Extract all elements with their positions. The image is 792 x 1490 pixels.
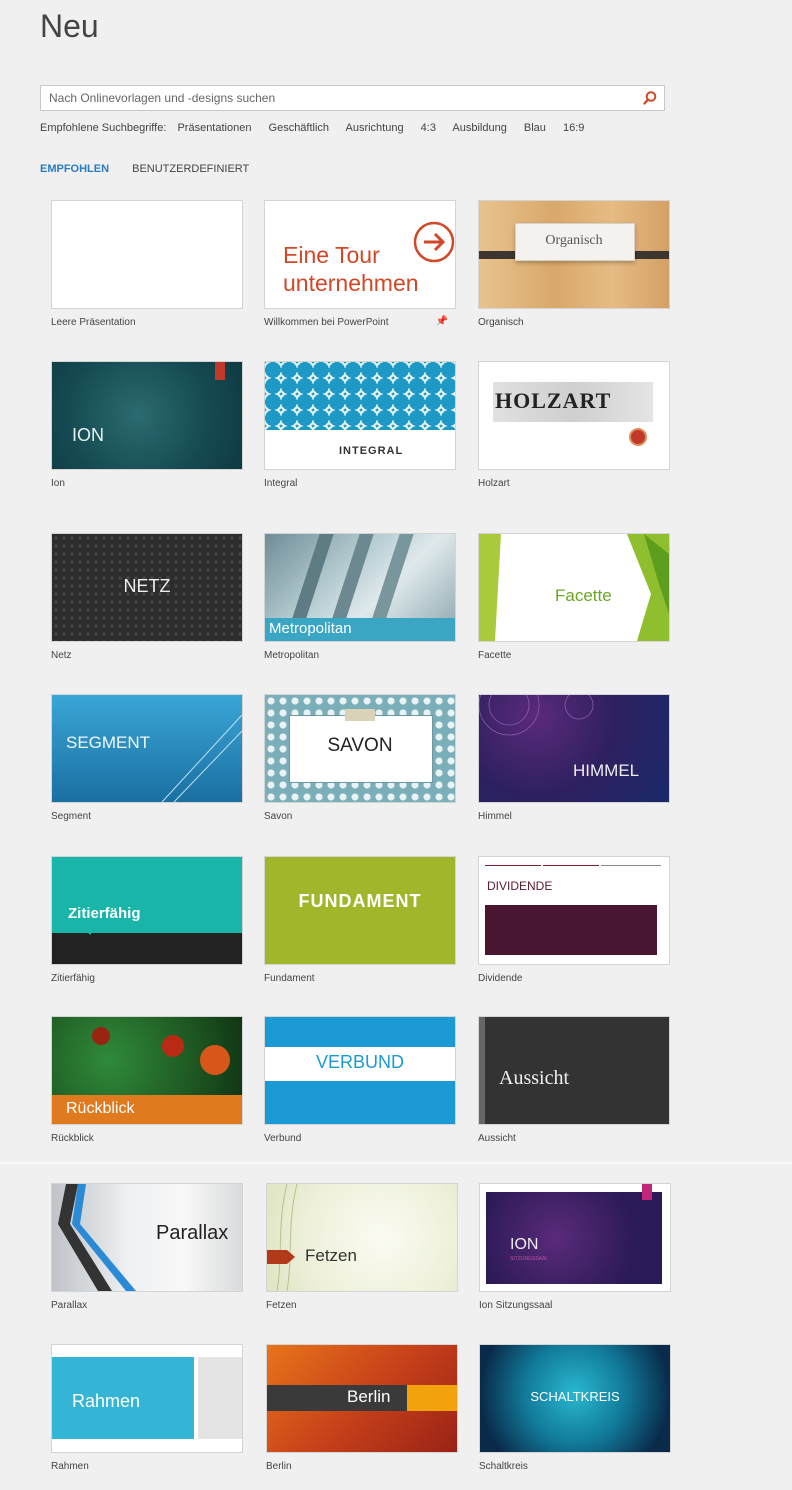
template-thumbnail[interactable]: Organisch: [478, 200, 670, 309]
thumbnail-title: DIVIDENDE: [487, 879, 553, 893]
template-thumbnail[interactable]: VERBUND: [264, 1016, 456, 1125]
template-thumbnail[interactable]: NETZ: [51, 533, 243, 642]
template-thumbnail[interactable]: SAVON: [264, 694, 456, 803]
template-thumbnail[interactable]: SEGMENT: [51, 694, 243, 803]
template-caption: Schaltkreis: [479, 1461, 528, 1472]
template-caption: Rahmen: [51, 1461, 89, 1472]
template-thumbnail[interactable]: Parallax: [51, 1183, 243, 1292]
thumbnail-title: Facette: [555, 586, 612, 605]
suggestion-link[interactable]: Blau: [524, 122, 546, 134]
template-caption: Leere Präsentation: [51, 317, 136, 328]
template-thumbnail[interactable]: Berlin: [266, 1344, 458, 1453]
template-thumbnail[interactable]: HOLZART: [478, 361, 670, 470]
tab-empfohlen[interactable]: EMPFOHLEN: [40, 163, 109, 175]
template-caption: Metropolitan: [264, 650, 320, 661]
template-thumbnail[interactable]: Rahmen: [51, 1344, 243, 1453]
page-title: Neu: [40, 8, 99, 44]
template-caption: Willkommen bei PowerPoint: [264, 317, 389, 328]
thumbnail-title: INTEGRAL: [339, 445, 404, 457]
template-caption: Holzart: [478, 478, 510, 489]
suggestion-link[interactable]: 16:9: [563, 122, 584, 134]
thumbnail-title: HOLZART: [495, 388, 612, 413]
thumbnail-title: unternehmen: [283, 270, 419, 296]
template-caption: Ion Sitzungssaal: [479, 1300, 553, 1311]
template-thumbnail[interactable]: Rückblick: [51, 1016, 243, 1125]
thumbnail-title: Fetzen: [305, 1246, 357, 1265]
thumbnail-title: Organisch: [545, 233, 603, 248]
thumbnail-title: SEGMENT: [66, 733, 151, 752]
suggestion-link[interactable]: Präsentationen: [177, 122, 251, 134]
thumbnail-title: Metropolitan: [269, 620, 352, 637]
thumbnail-title: Parallax: [156, 1222, 229, 1244]
arrow-right-icon: [413, 221, 455, 263]
template-thumbnail[interactable]: ION: [51, 361, 243, 470]
thumbnail-title: ION: [72, 425, 105, 445]
template-thumbnail[interactable]: INTEGRAL: [264, 361, 456, 470]
template-thumbnail[interactable]: Aussicht: [478, 1016, 670, 1125]
circles-decoration: [479, 695, 594, 736]
thumbnail-title: FUNDAMENT: [298, 891, 422, 911]
thumbnail-title: Berlin: [347, 1387, 391, 1406]
template-thumbnail[interactable]: DIVIDENDE: [478, 856, 670, 965]
template-thumbnail[interactable]: Fetzen: [266, 1183, 458, 1292]
template-caption: Zitierfähig: [51, 973, 95, 984]
thumbnail-title: Rahmen: [72, 1391, 141, 1411]
template-caption: Facette: [478, 650, 512, 661]
template-thumbnail[interactable]: FUNDAMENT: [264, 856, 456, 965]
template-caption: Rückblick: [51, 1133, 94, 1144]
template-thumbnail[interactable]: HIMMEL: [478, 694, 670, 803]
thumbnail-title: Rückblick: [66, 1100, 135, 1117]
template-caption: Netz: [51, 650, 72, 661]
template-thumbnail[interactable]: Metropolitan: [264, 533, 456, 642]
pin-icon[interactable]: 📌: [436, 316, 448, 327]
tab-benutzerdefiniert[interactable]: BENUTZERDEFINIERT: [132, 163, 249, 175]
thumbnail-title: ION: [510, 1236, 539, 1253]
template-caption: Organisch: [478, 317, 524, 328]
new-presentation-page: Neu Nach Onlinevorlagen und -designs suc…: [0, 0, 792, 1490]
fetzen-lines: [267, 1184, 298, 1291]
template-tabs: EMPFOHLEN BENUTZERDEFINIERT: [40, 163, 269, 175]
thumbnail-title: Zitierfähig: [68, 905, 141, 922]
thumbnail-title: SAVON: [327, 735, 393, 756]
section-divider: [0, 1162, 792, 1164]
template-thumbnail[interactable]: Facette: [478, 533, 670, 642]
search-box[interactable]: Nach Onlinevorlagen und -designs suchen: [40, 85, 665, 111]
template-caption: Segment: [51, 811, 92, 822]
thumbnail-title: SCHALTKREIS: [530, 1389, 620, 1404]
template-caption: Fetzen: [266, 1300, 297, 1311]
template-caption: Fundament: [264, 973, 315, 984]
template-caption: Savon: [264, 811, 293, 822]
thumbnail-subtitle: SITZUNGSSAAL: [510, 1256, 549, 1262]
thumbnail-title: NETZ: [123, 576, 171, 596]
template-caption: Parallax: [51, 1300, 88, 1311]
suggestion-link[interactable]: Ausbildung: [452, 122, 506, 134]
suggested-searches: Empfohlene Suchbegriffe: Präsentationen …: [40, 122, 598, 134]
thumbnail-title: Eine Tour: [283, 242, 380, 268]
template-thumbnail[interactable]: Eine Tour unternehmen: [264, 200, 456, 309]
template-thumbnail[interactable]: Zitierfähig: [51, 856, 243, 965]
template-thumbnail[interactable]: [51, 200, 243, 309]
search-icon[interactable]: [642, 90, 658, 106]
suggestion-link[interactable]: Ausrichtung: [346, 122, 404, 134]
thumbnail-title: VERBUND: [315, 1052, 404, 1072]
suggestion-link[interactable]: Geschäftlich: [269, 122, 330, 134]
suggestion-link[interactable]: 4:3: [421, 122, 436, 134]
template-thumbnail[interactable]: ION SITZUNGSSAAL: [479, 1183, 671, 1292]
thumbnail-title: HIMMEL: [573, 761, 640, 780]
template-caption: Verbund: [264, 1133, 302, 1144]
template-caption: Dividende: [478, 973, 523, 984]
template-caption: Aussicht: [478, 1133, 516, 1144]
template-caption: Himmel: [478, 811, 512, 822]
template-caption: Ion: [51, 478, 65, 489]
search-input[interactable]: Nach Onlinevorlagen und -designs suchen: [49, 91, 275, 105]
template-caption: Berlin: [266, 1461, 292, 1472]
thumbnail-title: Aussicht: [499, 1067, 569, 1089]
template-thumbnail[interactable]: SCHALTKREIS: [479, 1344, 671, 1453]
suggested-searches-label: Empfohlene Suchbegriffe:: [40, 122, 167, 134]
template-caption: Integral: [264, 478, 298, 489]
